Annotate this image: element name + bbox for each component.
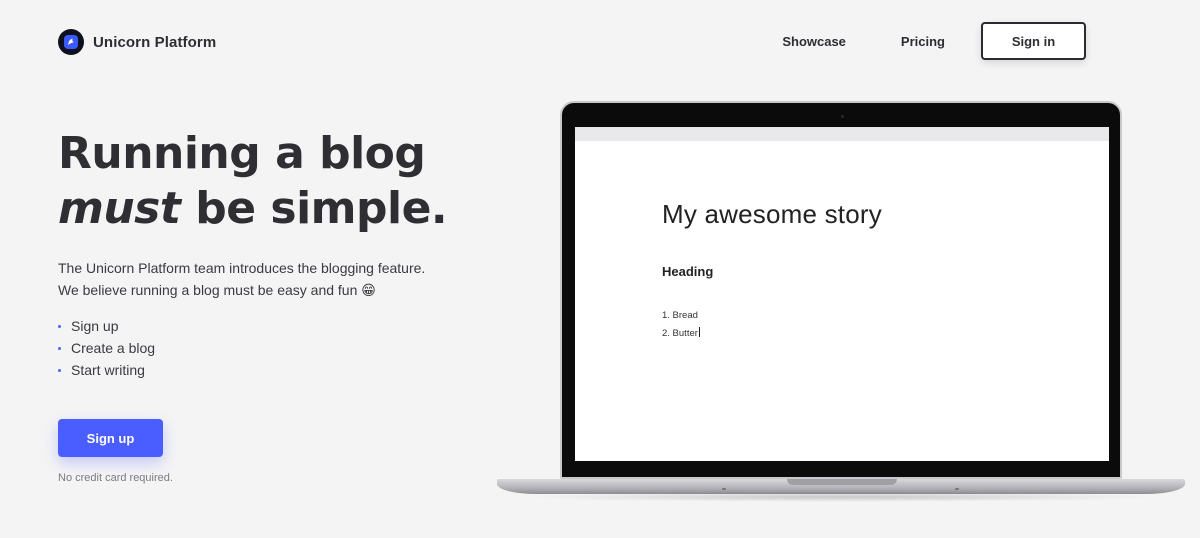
hinge-icon	[955, 488, 959, 490]
sign-in-button[interactable]: Sign in	[981, 22, 1086, 60]
bullet-icon	[58, 346, 61, 350]
story-list-item: 2. Butter	[662, 325, 700, 343]
hinge-icon	[722, 488, 726, 490]
camera-icon	[841, 115, 844, 118]
sign-up-button[interactable]: Sign up	[58, 419, 163, 457]
text-cursor-icon	[698, 327, 700, 337]
list-item-label: Create a blog	[71, 340, 156, 356]
laptop-notch	[787, 479, 897, 485]
bullet-icon	[58, 368, 61, 372]
laptop-shadow	[520, 492, 1160, 502]
story-list-item: 1. Bread	[662, 310, 698, 321]
story-list-item-label: 2. Butter	[662, 328, 698, 339]
hero-subtitle-line2: We believe running a blog must be easy a…	[58, 282, 376, 298]
list-item: Start writing	[58, 359, 155, 381]
hero-title-line1: Running a blog	[58, 128, 426, 179]
laptop-screen: My awesome story Heading 1. Bread 2. But…	[575, 127, 1109, 461]
brand-logo[interactable]: Unicorn Platform	[58, 29, 216, 55]
story-list: 1. Bread 2. Butter	[662, 307, 700, 343]
nav-showcase-link[interactable]: Showcase	[782, 34, 846, 49]
top-nav: Showcase Pricing Sign in	[782, 22, 1086, 60]
laptop-mockup: My awesome story Heading 1. Bread 2. But…	[560, 101, 1122, 479]
story-heading: Heading	[662, 264, 714, 279]
list-item: Sign up	[58, 315, 155, 337]
list-item-label: Start writing	[71, 362, 145, 378]
steps-list: Sign up Create a blog Start writing	[58, 315, 155, 381]
hero-subtitle: The Unicorn Platform team introduces the…	[58, 257, 478, 301]
hero-title-emphasis: must	[58, 183, 181, 234]
list-item-label: Sign up	[71, 318, 119, 334]
brand-name: Unicorn Platform	[93, 33, 217, 51]
no-credit-card-note: No credit card required.	[58, 472, 173, 484]
hero-subtitle-line1: The Unicorn Platform team introduces the…	[58, 260, 426, 276]
list-item: Create a blog	[58, 337, 155, 359]
nav-pricing-link[interactable]: Pricing	[901, 34, 945, 49]
screen-toolbar	[575, 127, 1109, 141]
hero-title-line2: be simple.	[180, 183, 448, 234]
hero-title: Running a blog must be simple.	[58, 126, 518, 236]
story-title: My awesome story	[662, 199, 882, 229]
unicorn-logo-icon	[58, 29, 84, 55]
bullet-icon	[58, 324, 61, 328]
